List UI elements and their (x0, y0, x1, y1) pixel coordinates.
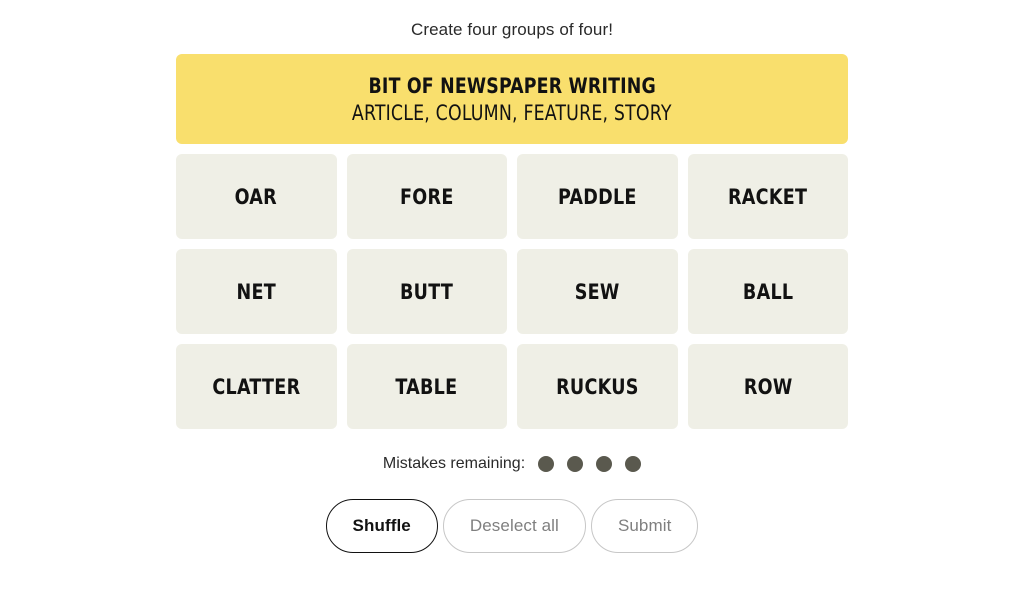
tile-label: NET (236, 279, 277, 304)
tile-label: TABLE (395, 374, 458, 399)
tile-label: BALL (742, 279, 793, 304)
mistake-dot (625, 456, 642, 472)
tile-label: ROW (743, 374, 793, 399)
shuffle-button[interactable]: Shuffle (325, 499, 438, 553)
tile-label: BUTT (400, 279, 454, 304)
solved-group-members: ARTICLE, COLUMN, FEATURE, STORY (352, 100, 672, 125)
tile-sew[interactable]: SEW (517, 249, 678, 334)
tile-label: FORE (399, 184, 454, 209)
tile-butt[interactable]: BUTT (346, 249, 507, 334)
action-buttons: Shuffle Deselect all Submit (325, 499, 699, 553)
tile-ball[interactable]: BALL (687, 249, 848, 334)
solved-group-yellow: BIT OF NEWSPAPER WRITING ARTICLE, COLUMN… (176, 54, 848, 144)
tile-label: SEW (574, 279, 620, 304)
tile-table[interactable]: TABLE (346, 344, 507, 429)
mistake-dot (538, 456, 555, 472)
tile-label: RUCKUS (555, 374, 639, 399)
tile-label: CLATTER (212, 374, 301, 399)
tile-paddle[interactable]: PADDLE (517, 154, 678, 239)
tile-label: PADDLE (557, 184, 637, 209)
submit-button[interactable]: Submit (590, 499, 699, 553)
solved-group-title: BIT OF NEWSPAPER WRITING (368, 73, 656, 98)
tile-row-word[interactable]: ROW (687, 344, 848, 429)
tile-ruckus[interactable]: RUCKUS (517, 344, 678, 429)
mistake-dot (596, 456, 613, 472)
tile-row: CLATTER TABLE RUCKUS ROW (176, 344, 848, 429)
deselect-all-button[interactable]: Deselect all (442, 499, 586, 553)
mistake-dots (538, 456, 642, 472)
tile-row: OAR FORE PADDLE RACKET (176, 154, 848, 239)
tile-oar[interactable]: OAR (176, 154, 337, 239)
tile-racket[interactable]: RACKET (687, 154, 848, 239)
tile-net[interactable]: NET (176, 249, 337, 334)
instruction-text: Create four groups of four! (410, 20, 614, 39)
tile-label: RACKET (728, 184, 808, 209)
tile-clatter[interactable]: CLATTER (176, 344, 337, 429)
tile-fore[interactable]: FORE (346, 154, 507, 239)
mistakes-label: Mistakes remaining: (382, 455, 526, 472)
mistakes-remaining: Mistakes remaining: (382, 454, 642, 474)
tile-label: OAR (235, 184, 278, 209)
tile-row: NET BUTT SEW BALL (176, 249, 848, 334)
mistake-dot (567, 456, 584, 472)
puzzle-board: BIT OF NEWSPAPER WRITING ARTICLE, COLUMN… (176, 54, 848, 429)
